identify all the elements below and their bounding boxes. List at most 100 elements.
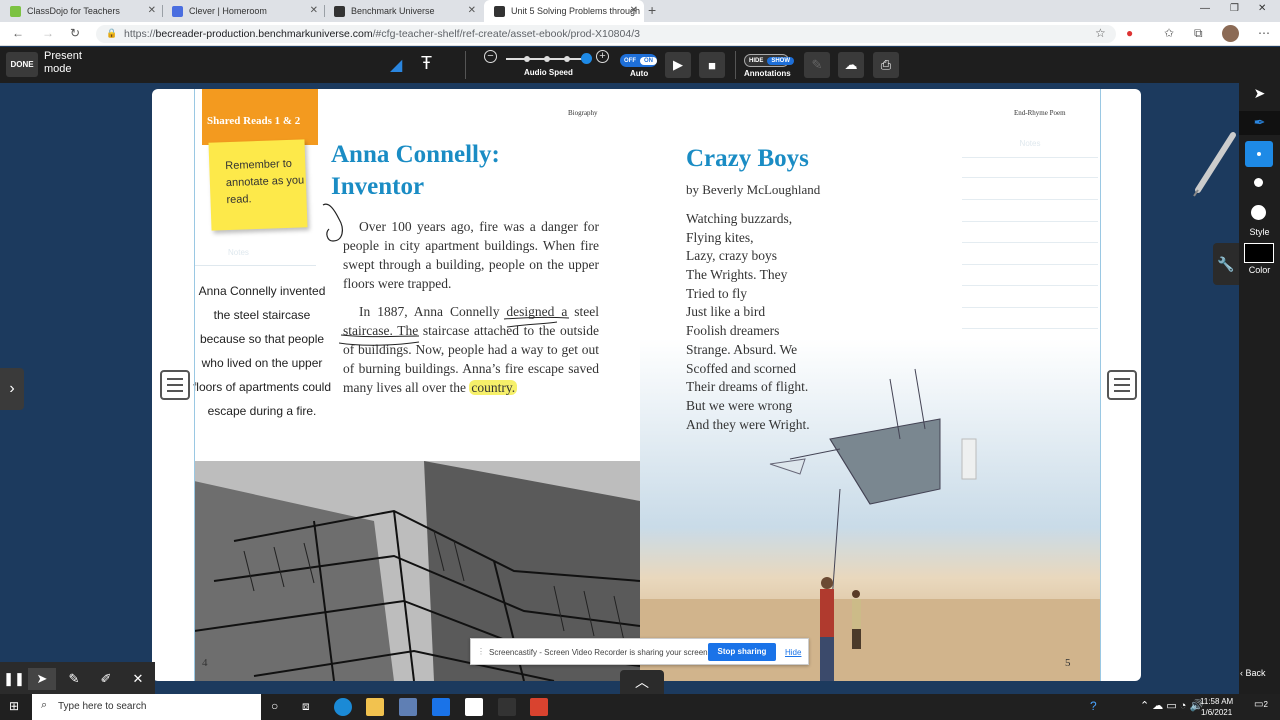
auto-toggle[interactable]: OFF ON: [620, 54, 657, 67]
article-title: Anna Connelly: Inventor: [331, 141, 500, 200]
pen-tool-icon[interactable]: ✒: [1239, 111, 1280, 135]
hide-link[interactable]: Hide: [785, 648, 801, 657]
store-icon[interactable]: [399, 698, 417, 716]
restore-icon[interactable]: ❐: [1230, 3, 1239, 14]
poem-line: Flying kites,: [686, 229, 754, 245]
poem-line: Scoffed and scorned: [686, 360, 796, 376]
reload-icon[interactable]: ↻: [70, 26, 80, 40]
ebook-spread: Shared Reads 1 & 2 Remember to annotate …: [152, 89, 1141, 681]
upload-button[interactable]: ☁: [838, 52, 864, 78]
left-page-menu-button[interactable]: [160, 370, 190, 400]
pointer-tool-icon[interactable]: ➤: [1239, 85, 1280, 102]
notes-heading: Notes: [1019, 139, 1041, 148]
toggle-show-label: SHOW: [767, 56, 795, 65]
extension-record-icon[interactable]: ●: [1126, 26, 1133, 40]
favorites-icon[interactable]: ✩: [1164, 26, 1174, 40]
medium-dot-style[interactable]: [1254, 178, 1263, 187]
amazon-icon[interactable]: [465, 698, 483, 716]
forward-arrow-icon[interactable]: →: [42, 26, 54, 40]
style-label: Style: [1249, 227, 1270, 237]
large-dot-style[interactable]: [1251, 205, 1266, 220]
done-button[interactable]: DONE: [6, 52, 38, 77]
close-icon[interactable]: ✕: [310, 5, 318, 16]
clock[interactable]: 11:58 AM 1/6/2021: [1200, 696, 1233, 718]
url-host: becreader-production.benchmarkuniverse.c…: [155, 28, 373, 40]
tab-unit5[interactable]: Unit 5 Solving Problems through ✕: [484, 0, 644, 22]
wrench-icon[interactable]: 🔧: [1213, 243, 1239, 285]
chevron-up-icon[interactable]: ︿: [620, 670, 664, 694]
tab-clever[interactable]: Clever | Homeroom ✕: [162, 0, 324, 22]
sticky-note: Remember to annotate as you read.: [208, 139, 308, 231]
tab-classdojo[interactable]: ClassDojo for Teachers ✕: [0, 0, 162, 22]
annotations-label: Annotations: [744, 69, 791, 78]
benchmark-icon: [334, 5, 345, 17]
print-button[interactable]: ⎙: [873, 52, 899, 78]
highlighter-tool-icon[interactable]: ◢: [390, 55, 402, 75]
student-note[interactable]: Anna Connelly invented the steel stairca…: [190, 279, 334, 423]
minus-icon[interactable]: −: [484, 50, 497, 63]
close-icon[interactable]: ✕: [630, 5, 638, 16]
windows-start-icon[interactable]: ⊞: [9, 699, 19, 713]
back-label: Back: [1245, 668, 1266, 678]
highlighted-word[interactable]: country.: [469, 380, 518, 395]
drag-handle-icon[interactable]: ⋮: [477, 647, 485, 656]
back-button[interactable]: ‹ Back: [1240, 668, 1266, 678]
poem-text: Watching buzzards, Flying kites, Lazy, c…: [686, 209, 886, 433]
taskbar-search[interactable]: ⌕ Type here to search: [32, 694, 261, 720]
annotations-toggle[interactable]: HIDE SHOW: [744, 54, 795, 67]
poem-line: Tried to fly: [686, 285, 748, 301]
left-drawer-toggle[interactable]: ›: [0, 368, 24, 410]
mail-icon[interactable]: [432, 698, 450, 716]
notification-icon[interactable]: ▭2: [1254, 699, 1268, 710]
pause-icon[interactable]: ❚❚: [0, 668, 28, 690]
highlighter-icon[interactable]: ✐: [92, 668, 120, 690]
address-bar[interactable]: 🔒 https://becreader-production.benchmark…: [96, 25, 1116, 43]
poem-line: But we were wrong: [686, 397, 793, 413]
new-tab-icon[interactable]: +: [648, 2, 656, 18]
tab-label: Unit 5 Solving Problems through: [511, 6, 641, 16]
play-button[interactable]: ▶: [665, 52, 691, 78]
edge-icon[interactable]: [334, 698, 352, 716]
back-arrow-icon[interactable]: ←: [12, 26, 24, 40]
avatar[interactable]: [1222, 25, 1239, 42]
close-icon[interactable]: ✕: [124, 668, 152, 690]
color-swatch[interactable]: [1244, 243, 1274, 263]
close-window-icon[interactable]: ✕: [1258, 3, 1266, 14]
bookmark-star-icon[interactable]: ☆: [1095, 26, 1106, 40]
task-view-icon[interactable]: ⧈: [302, 699, 310, 714]
office-icon[interactable]: [530, 698, 548, 716]
text-tool-icon[interactable]: Ŧ: [421, 53, 432, 74]
tab-benchmark-universe[interactable]: Benchmark Universe ✕: [324, 0, 482, 22]
cortana-icon[interactable]: ○: [271, 699, 278, 713]
stop-sharing-button[interactable]: Stop sharing: [708, 643, 776, 661]
plus-icon[interactable]: +: [596, 50, 609, 63]
system-tray-icons[interactable]: ⌃ ☁ ▭ ◔ 🔊: [1140, 699, 1203, 712]
app-icon[interactable]: [498, 698, 516, 716]
collections-icon[interactable]: ⧉: [1194, 26, 1203, 41]
toggle-on-label: ON: [640, 56, 657, 65]
poem-line: And they were Wright.: [686, 416, 810, 432]
audio-speed-slider[interactable]: [581, 53, 592, 64]
close-icon[interactable]: ✕: [148, 5, 156, 16]
close-icon[interactable]: ✕: [468, 5, 476, 16]
cursor-tool-icon[interactable]: ➤: [28, 668, 56, 690]
toggle-hide-label: HIDE: [749, 57, 764, 64]
small-dot-style[interactable]: [1245, 141, 1273, 167]
pencil-icon[interactable]: ✎: [60, 668, 88, 690]
file-explorer-icon[interactable]: [366, 698, 384, 716]
poem-line: The Wrights. They: [686, 267, 788, 283]
windows-taskbar: ⊞ ⌕ Type here to search ○ ⧈ ? ⌃ ☁ ▭ ◔ 🔊 …: [0, 694, 1280, 720]
present-mode-label: Present mode: [44, 50, 82, 75]
left-page: Shared Reads 1 & 2 Remember to annotate …: [193, 89, 640, 681]
stop-button[interactable]: ■: [699, 52, 725, 78]
printer-icon: ⎙: [880, 57, 892, 72]
note-edit-icon: ✎: [811, 57, 823, 72]
notes-button[interactable]: ✎: [804, 52, 830, 78]
more-menu-icon[interactable]: ⋯: [1258, 26, 1270, 40]
help-icon[interactable]: ?: [1090, 699, 1097, 713]
notes-heading: Notes: [194, 240, 316, 266]
minimize-icon[interactable]: —: [1200, 3, 1210, 14]
right-page-menu-button[interactable]: [1107, 370, 1137, 400]
banner-text: Screencastify - Screen Video Recorder is…: [489, 648, 710, 657]
url-scheme: https://: [124, 28, 156, 40]
